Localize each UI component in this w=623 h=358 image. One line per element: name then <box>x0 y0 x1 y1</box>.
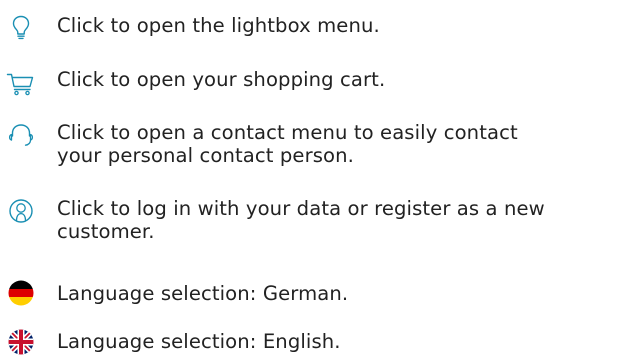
legend-line: Click to open your shopping cart. <box>57 68 386 91</box>
legend-line: Language selection: German. <box>57 282 349 305</box>
legend-text-login: Click to log in with your data or regist… <box>57 197 617 243</box>
legend-line: your personal contact person. <box>57 144 354 167</box>
legend-line: Click to open a contact menu to easily c… <box>57 121 518 144</box>
headset-icon <box>5 119 37 151</box>
legend-text-lang-de: Language selection: German. <box>57 282 617 305</box>
lightbulb-icon <box>5 12 37 44</box>
legend-line: customer. <box>57 220 155 243</box>
legend-text-lang-en: Language selection: English. <box>57 330 617 353</box>
shopping-cart-icon <box>5 66 37 98</box>
legend-line: Click to open the lightbox menu. <box>57 14 380 37</box>
legend-line: Language selection: English. <box>57 330 341 353</box>
legend-line: Click to log in with your data or regist… <box>57 197 545 220</box>
legend-text-cart: Click to open your shopping cart. <box>57 68 617 91</box>
german-flag-icon <box>5 277 37 309</box>
legend-text-lightbox: Click to open the lightbox menu. <box>57 14 617 37</box>
legend-text-contact: Click to open a contact menu to easily c… <box>57 121 617 167</box>
uk-flag-icon <box>5 326 37 358</box>
user-circle-icon <box>5 195 37 227</box>
